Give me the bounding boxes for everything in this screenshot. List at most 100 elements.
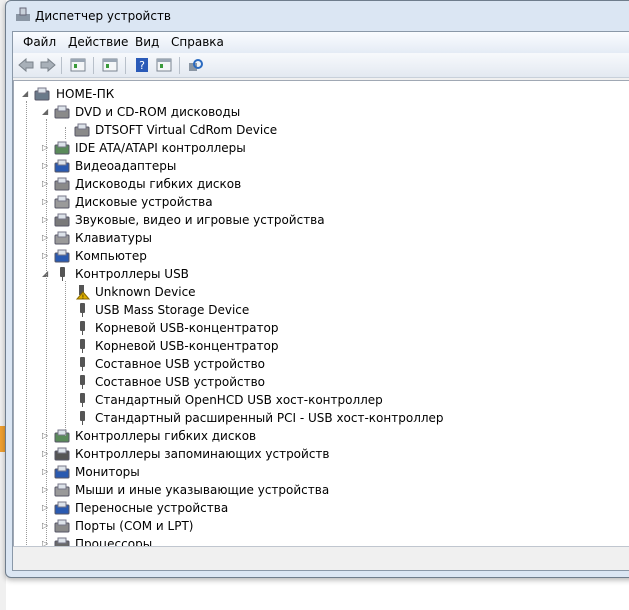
menu-help[interactable]: Справка <box>171 35 224 49</box>
scan-hardware-icon <box>189 59 203 71</box>
tree-item[interactable]: Корневой USB-концентратор <box>14 319 629 337</box>
tree-item-label: Составное USB устройство <box>95 375 266 389</box>
usb-icon <box>60 267 65 281</box>
speaker-icon <box>54 213 70 227</box>
tree-item-label: Составное USB устройство <box>95 357 266 371</box>
back-arrow-button[interactable] <box>17 57 35 73</box>
forward-arrow-button[interactable] <box>39 57 57 73</box>
tree-item-label: Дисководы гибких дисков <box>75 177 242 191</box>
computer-icon <box>34 87 50 101</box>
monitor-icon <box>54 465 70 479</box>
tree-item-label: Стандартный OpenHCD USB хост-контроллер <box>95 393 383 407</box>
status-bar <box>13 546 629 570</box>
tree-item[interactable]: ▷ Звуковые, видео и игровые устройства <box>14 211 629 229</box>
tree-item-label: Клавиатуры <box>75 231 152 245</box>
tree-item-label: Компьютер <box>75 249 147 263</box>
tree-item[interactable]: ▷ Мыши и иные указывающие устройства <box>14 481 629 499</box>
show-hide-console-tree-button[interactable] <box>69 57 87 73</box>
menu-action[interactable]: Действие <box>68 35 128 49</box>
action-pane-icon <box>156 58 172 72</box>
tree-item[interactable]: DTSOFT Virtual CdRom Device <box>14 121 629 139</box>
computer-icon <box>54 249 70 263</box>
tree-item[interactable]: ▷ IDE ATA/ATAPI контроллеры <box>14 139 629 157</box>
window-title: Диспетчер устройств <box>35 9 172 23</box>
tree-item-label: Unknown Device <box>95 285 196 299</box>
tree-item[interactable]: ▷ Контроллеры запоминающих устройств <box>14 445 629 463</box>
tree-item[interactable]: ▷ Дисководы гибких дисков <box>14 175 629 193</box>
tree-item[interactable]: ◢ HOME-ПК <box>14 85 629 103</box>
svg-text:!: ! <box>82 294 84 300</box>
tree-item-label: Звуковые, видео и игровые устройства <box>75 213 325 227</box>
tree-item-label: Корневой USB-концентратор <box>95 321 279 335</box>
tree-item[interactable]: ▷ Контроллеры гибких дисков <box>14 427 629 445</box>
properties-button[interactable] <box>101 57 119 73</box>
menu-file[interactable]: Файл <box>23 35 56 49</box>
tree-item[interactable]: ▷ Мониторы <box>14 463 629 481</box>
collapse-arrow-icon[interactable]: ◢ <box>22 89 28 98</box>
tree-item-label: HOME-ПК <box>56 87 115 101</box>
tree-item-label: Порты (COM и LPT) <box>75 519 194 533</box>
svg-text:?: ? <box>139 59 145 72</box>
forward-arrow-icon <box>40 57 56 73</box>
tree-item[interactable]: ▷ Дисковые устройства <box>14 193 629 211</box>
device-tree: ◢ HOME-ПК ◢ DVD и CD-ROM дисководы DTSOFT Vi… <box>13 80 629 548</box>
tree-item[interactable]: Корневой USB-концентратор <box>14 337 629 355</box>
tree-item[interactable]: USB Mass Storage Device <box>14 301 629 319</box>
tree-line <box>46 119 47 547</box>
help-button[interactable]: ? <box>133 57 151 73</box>
cdrom-icon <box>54 105 70 119</box>
tree-item-label: Мыши и иные указывающие устройства <box>75 483 330 497</box>
toolbar: ? <box>13 53 629 78</box>
tree-item[interactable]: ▷ Переносные устройства <box>14 499 629 517</box>
usb-icon <box>80 303 85 317</box>
tree-item[interactable]: ! Unknown Device <box>14 283 629 301</box>
tree-item-label: Переносные устройства <box>75 501 229 515</box>
device-manager-window: Диспетчер устройств Файл Действие Вид Сп… <box>5 0 629 578</box>
tree-line <box>26 101 27 547</box>
ide-controller-icon <box>54 141 70 155</box>
help-icon: ? <box>136 58 148 72</box>
mouse-icon <box>54 483 70 497</box>
tree-item[interactable]: Стандартный OpenHCD USB хост-контроллер <box>14 391 629 409</box>
tree-item[interactable]: ▷ Порты (COM и LPT) <box>14 517 629 535</box>
tree-item[interactable]: Составное USB устройство <box>14 373 629 391</box>
disk-drive-icon <box>54 195 70 209</box>
tree-item-label: Дисковые устройства <box>75 195 213 209</box>
cdrom-icon <box>74 123 90 137</box>
toolbar-separator <box>93 57 94 74</box>
tree-item[interactable]: ▷ Видеоадаптеры <box>14 157 629 175</box>
tree-item[interactable]: ▷ Клавиатуры <box>14 229 629 247</box>
action-pane-button[interactable] <box>155 57 173 73</box>
tree-item[interactable]: ◢ Контроллеры USB <box>14 265 629 283</box>
display-adapter-icon <box>54 159 70 173</box>
tree-item-label: DVD и CD-ROM дисководы <box>75 105 241 119</box>
tree-line <box>65 281 66 436</box>
tree-item[interactable]: Составное USB устройство <box>14 355 629 373</box>
toolbar-separator <box>125 57 126 74</box>
tree-item-label: DTSOFT Virtual CdRom Device <box>95 123 278 137</box>
tree-item-label: Стандартный расширенный PCI - USB хост-к… <box>95 411 444 425</box>
tree-item-label: Мониторы <box>75 465 140 479</box>
usb-icon <box>80 321 85 335</box>
usb-icon <box>80 357 85 371</box>
usb-icon <box>80 411 85 425</box>
tree-line <box>65 127 66 139</box>
usb-icon <box>80 393 85 407</box>
usb-icon <box>80 339 85 353</box>
tree-item-label: IDE ATA/ATAPI контроллеры <box>75 141 246 155</box>
show-hide-console-tree-icon <box>70 58 86 72</box>
tree-item-label: Контроллеры запоминающих устройств <box>75 447 330 461</box>
tree-item[interactable]: ▷ Компьютер <box>14 247 629 265</box>
toolbar-separator <box>179 57 180 74</box>
tree-item[interactable]: Стандартный расширенный PCI - USB хост-к… <box>14 409 629 427</box>
toolbar-separator <box>61 57 62 74</box>
title-bar[interactable]: Диспетчер устройств <box>6 1 629 31</box>
portable-device-icon <box>54 501 70 515</box>
scan-hardware-button[interactable] <box>187 57 205 73</box>
tree-item[interactable]: ◢ DVD и CD-ROM дисководы <box>14 103 629 121</box>
collapse-arrow-icon[interactable]: ◢ <box>42 107 48 116</box>
tree-item-label: Контроллеры гибких дисков <box>75 429 257 443</box>
storage-controller-icon <box>54 447 70 461</box>
menu-view[interactable]: Вид <box>135 35 159 49</box>
floppy-controller-icon <box>54 429 70 443</box>
